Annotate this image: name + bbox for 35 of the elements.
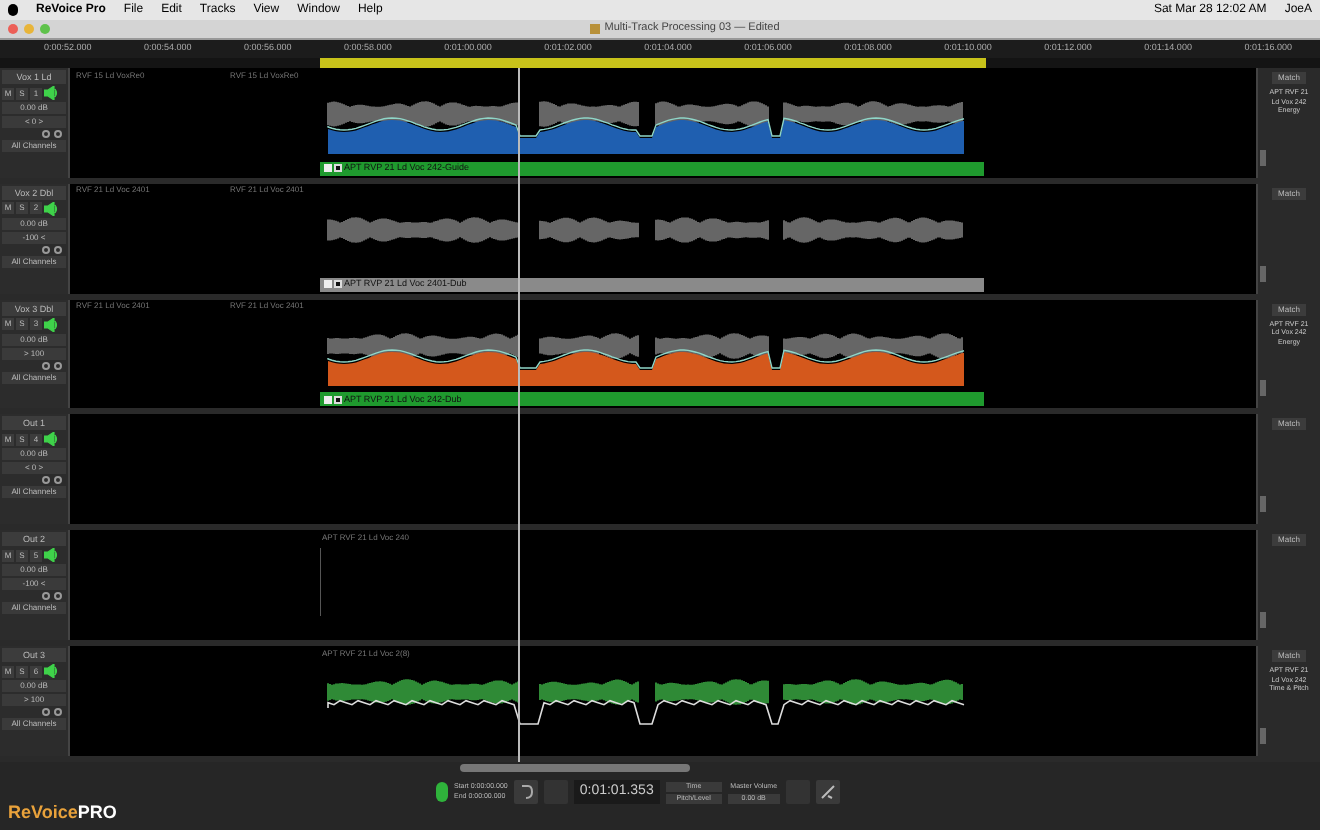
horizontal-scrollbar-thumb[interactable]: [460, 764, 690, 772]
record-toggle-icon[interactable]: [42, 708, 50, 717]
level-slider-thumb[interactable]: [1260, 727, 1266, 744]
level-slider-thumb[interactable]: [1260, 149, 1266, 166]
speaker-icon[interactable]: [44, 317, 58, 332]
record-toggle-icon[interactable]: [42, 476, 50, 485]
clip-toggle-icon[interactable]: [324, 280, 332, 289]
monitor-toggle-icon[interactable]: [54, 361, 62, 370]
clip-lock-icon[interactable]: [334, 395, 342, 404]
record-toggle-icon[interactable]: [42, 592, 50, 601]
document-icon: [590, 24, 601, 34]
level-slider-thumb[interactable]: [1260, 496, 1266, 513]
monitor-toggle-icon[interactable]: [54, 592, 62, 601]
monitor-toggle-icon[interactable]: [54, 245, 62, 254]
speaker-icon[interactable]: [44, 548, 58, 563]
clip-toggle-icon[interactable]: [324, 395, 332, 404]
level-slider-thumb[interactable]: [1260, 380, 1266, 397]
tool-button[interactable]: [815, 780, 840, 804]
record-toggle-icon[interactable]: [42, 361, 50, 370]
speaker-icon[interactable]: [44, 201, 58, 216]
speaker-icon[interactable]: [44, 86, 58, 100]
monitor-toggle-icon[interactable]: [54, 130, 62, 138]
level-slider-thumb[interactable]: [1260, 612, 1266, 629]
undo-button[interactable]: [513, 780, 538, 804]
clip-toggle-icon[interactable]: [324, 164, 332, 173]
level-slider-thumb[interactable]: [1260, 265, 1266, 282]
speaker-icon[interactable]: [44, 432, 58, 447]
clip-lock-icon[interactable]: [334, 164, 342, 173]
monitor-toggle-icon[interactable]: [54, 476, 62, 485]
record-toggle-icon[interactable]: [42, 130, 50, 138]
speaker-icon[interactable]: [44, 664, 58, 679]
record-toggle-icon[interactable]: [42, 245, 50, 254]
app-logo: ReVoicePRO: [8, 804, 117, 822]
clip-lock-icon[interactable]: [334, 280, 342, 289]
monitor-toggle-icon[interactable]: [54, 708, 62, 717]
